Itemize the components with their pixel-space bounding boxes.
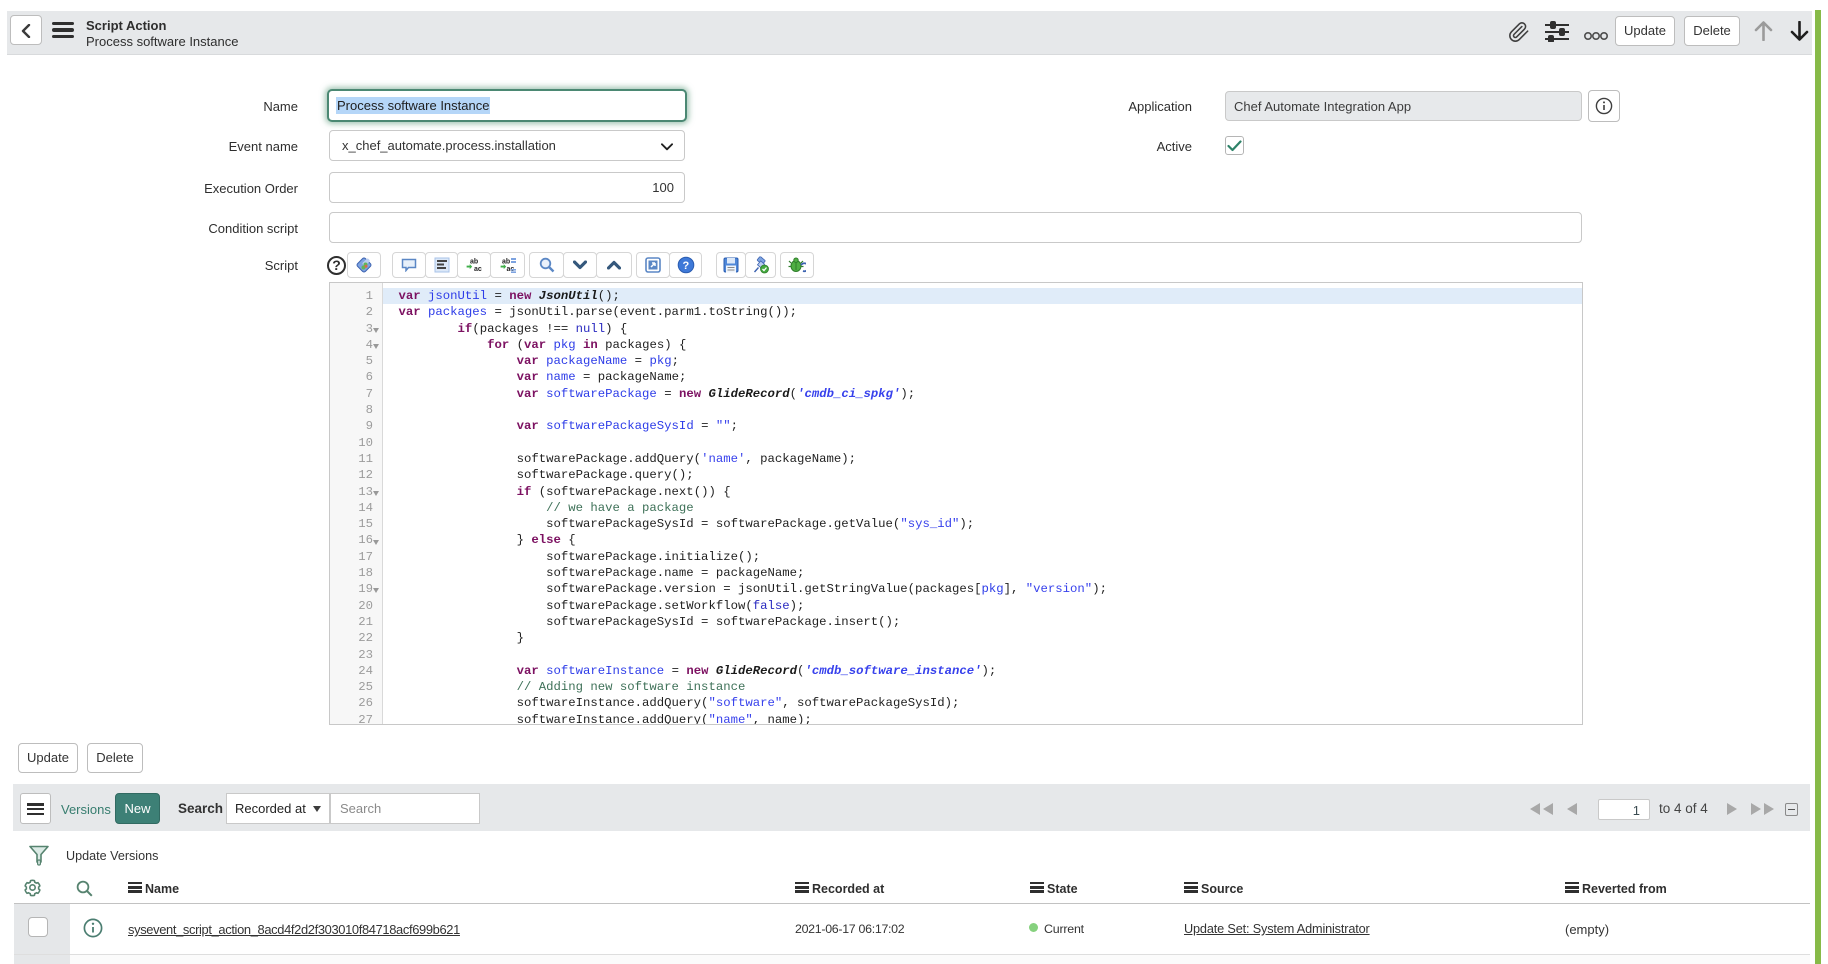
- svg-text:ab: ab: [502, 259, 510, 266]
- svg-text:ab: ab: [470, 259, 478, 266]
- svg-text:?: ?: [682, 260, 689, 272]
- svg-text:ac: ac: [474, 266, 482, 273]
